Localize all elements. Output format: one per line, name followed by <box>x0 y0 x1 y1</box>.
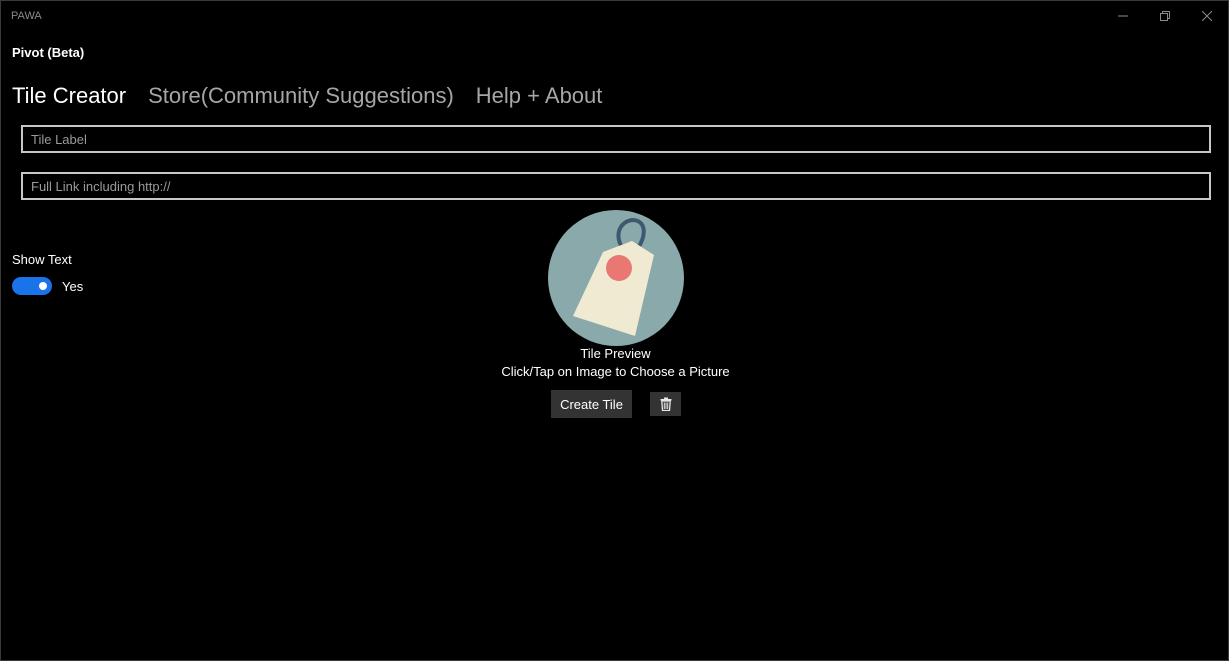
window-controls <box>1102 1 1228 31</box>
price-tag-icon <box>548 210 684 346</box>
show-text-label: Show Text <box>12 252 72 267</box>
close-icon <box>1202 11 1212 21</box>
trash-icon <box>660 397 671 411</box>
pivot-tabs: Tile Creator Store(Community Suggestions… <box>12 83 602 109</box>
tab-tile-creator[interactable]: Tile Creator <box>12 83 126 109</box>
tile-preview-image[interactable] <box>548 210 684 346</box>
create-tile-button[interactable]: Create Tile <box>551 390 632 418</box>
title-bar[interactable]: PAWA <box>1 1 1228 31</box>
tile-preview-hint: Click/Tap on Image to Choose a Picture <box>501 364 730 379</box>
delete-button[interactable] <box>650 392 681 416</box>
tile-preview-title: Tile Preview <box>580 346 651 361</box>
restore-button[interactable] <box>1144 1 1186 31</box>
restore-icon <box>1160 11 1170 21</box>
app-title: PAWA <box>11 10 42 22</box>
tile-label-input[interactable] <box>21 125 1211 153</box>
show-text-toggle[interactable] <box>12 277 52 295</box>
app-window: PAWA Pivot (Beta) Tile Creator Store(Com… <box>0 0 1229 661</box>
minimize-button[interactable] <box>1102 1 1144 31</box>
pivot-title: Pivot (Beta) <box>12 45 85 60</box>
tab-store[interactable]: Store(Community Suggestions) <box>148 83 454 109</box>
toggle-state-label: Yes <box>62 279 84 294</box>
close-button[interactable] <box>1186 1 1228 31</box>
tab-help-about[interactable]: Help + About <box>476 83 603 109</box>
full-link-input[interactable] <box>21 172 1211 200</box>
minimize-icon <box>1118 15 1128 17</box>
toggle-knob <box>39 282 47 290</box>
